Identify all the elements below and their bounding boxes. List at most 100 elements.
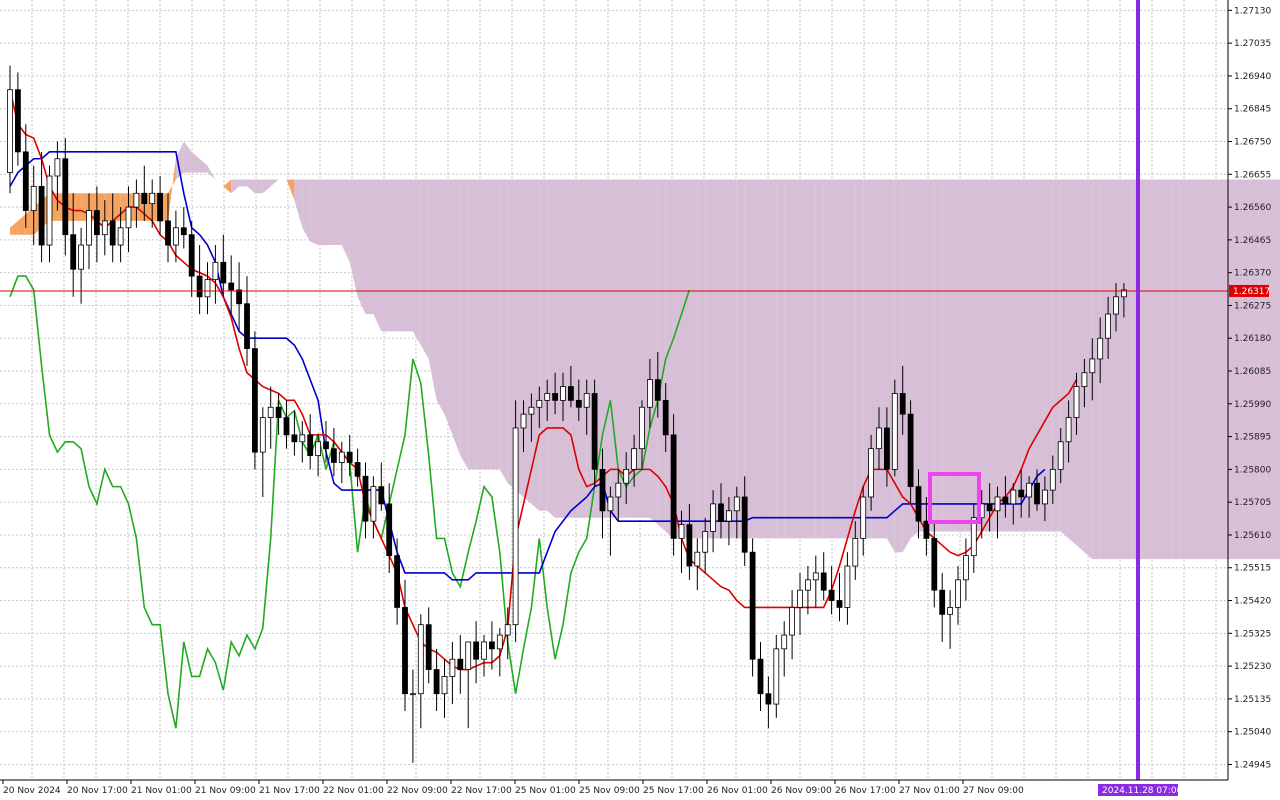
cloud-segment (610, 179, 619, 518)
cloud-segment (847, 179, 856, 539)
cloud-segment (412, 179, 421, 346)
candle-down (939, 589, 946, 615)
current-price-tag: 1.26317 (1229, 284, 1270, 297)
cloud-segment (689, 179, 698, 539)
candle-up (117, 227, 124, 246)
price-tick-label: 1.27035 (1234, 39, 1271, 49)
candle-down (244, 303, 250, 349)
candle-up (370, 486, 377, 522)
candle-up (267, 406, 274, 419)
candle-up (125, 206, 132, 229)
price-tick-label: 1.25895 (1234, 433, 1271, 443)
cloud-segment (239, 179, 247, 187)
candle-down (654, 379, 661, 401)
candle-up (417, 624, 424, 695)
cloud-segment (389, 179, 398, 332)
cloud-segment (902, 179, 911, 553)
candle-down (38, 185, 45, 246)
cloud-segment (1021, 179, 1030, 532)
candle-up (844, 565, 851, 608)
candle-down (757, 658, 764, 695)
candle-up (583, 393, 590, 408)
candle-down (196, 275, 203, 298)
candle-up (46, 175, 53, 246)
time-tick-label: 26 Nov 17:00 (835, 786, 896, 796)
cloud-segment (484, 179, 492, 470)
price-tick-label: 1.25325 (1234, 629, 1271, 639)
candle-up (852, 538, 859, 567)
cloud-segment (705, 179, 714, 539)
candle-up (631, 448, 637, 470)
cloud-segment (879, 179, 887, 539)
cloud-segment (950, 179, 958, 532)
time-tick-label: 22 Nov 17:00 (451, 786, 512, 796)
candle-up (504, 624, 511, 636)
cloud-segment (800, 179, 808, 539)
candle-down (473, 641, 480, 660)
price-tick-label: 1.26180 (1234, 334, 1271, 344)
price-tick-label: 1.26560 (1234, 203, 1271, 213)
candle-up (1089, 358, 1096, 374)
price-tick-label: 1.25800 (1234, 465, 1271, 475)
cloud-segment (1274, 179, 1280, 560)
candle-up (647, 379, 653, 408)
candle-down (425, 624, 432, 670)
cloud-segment (942, 179, 951, 532)
candle-up (496, 634, 503, 650)
candle-down (14, 89, 21, 153)
candle-down (346, 451, 353, 463)
cloud-segment (1210, 179, 1219, 560)
candle-up (338, 451, 345, 463)
candle-down (307, 434, 314, 456)
price-tick-label: 1.26085 (1234, 367, 1271, 377)
ichimoku-chart[interactable]: 1.27130 1.27035 1.26940 1.26845 1.26750 1.266… (0, 0, 1280, 800)
candle-down (386, 503, 393, 557)
candle-up (172, 227, 179, 246)
candle-down (575, 399, 582, 408)
candle-up (536, 399, 543, 408)
candle-down (157, 192, 164, 222)
candle-down (362, 475, 369, 522)
cloud-segment (1163, 179, 1172, 560)
cloud-segment (73, 193, 82, 221)
cloud-segment (1116, 179, 1124, 560)
time-tick-label: 25 Nov 09:00 (579, 786, 640, 796)
candle-up (78, 244, 84, 270)
candle-down (62, 158, 69, 236)
candle-down (1034, 482, 1040, 505)
candle-up (520, 413, 527, 429)
time-tick-label: 27 Nov 09:00 (963, 786, 1024, 796)
price-tick-label: 1.26845 (1234, 105, 1271, 115)
candle-down (70, 234, 77, 270)
candle-up (702, 531, 709, 553)
time-tick-label: 21 Nov 09:00 (195, 786, 256, 796)
cloud-segment (989, 179, 998, 532)
price-tick-label: 1.26655 (1234, 170, 1271, 180)
candle-up (1073, 386, 1080, 419)
cloud-segment (405, 179, 413, 332)
candle-up (781, 634, 788, 650)
candle-down (165, 220, 171, 246)
candle-down (931, 538, 938, 591)
candle-up (560, 386, 566, 401)
cloud-segment (104, 193, 113, 221)
candle-up (876, 427, 882, 450)
candle-up (315, 441, 322, 456)
candle-up (797, 589, 803, 608)
candle-down (378, 486, 385, 505)
candle-down (552, 393, 558, 401)
time-tick-label: 20 Nov 17:00 (67, 786, 128, 796)
candle-down (670, 434, 677, 539)
price-tick-label: 1.25705 (1234, 498, 1271, 508)
time-tick-label: 25 Nov 17:00 (643, 786, 704, 796)
candle-up (54, 158, 61, 177)
cloud-segment (381, 179, 390, 332)
candle-up (101, 220, 108, 236)
cloud-segment (523, 179, 532, 504)
candle-down (354, 462, 361, 477)
price-tick-label: 1.25040 (1234, 728, 1271, 738)
cloud-segment (578, 179, 587, 518)
time-tick-label: 27 Nov 01:00 (899, 786, 960, 796)
candle-down (568, 386, 574, 401)
price-tick-label: 1.26750 (1234, 138, 1271, 148)
